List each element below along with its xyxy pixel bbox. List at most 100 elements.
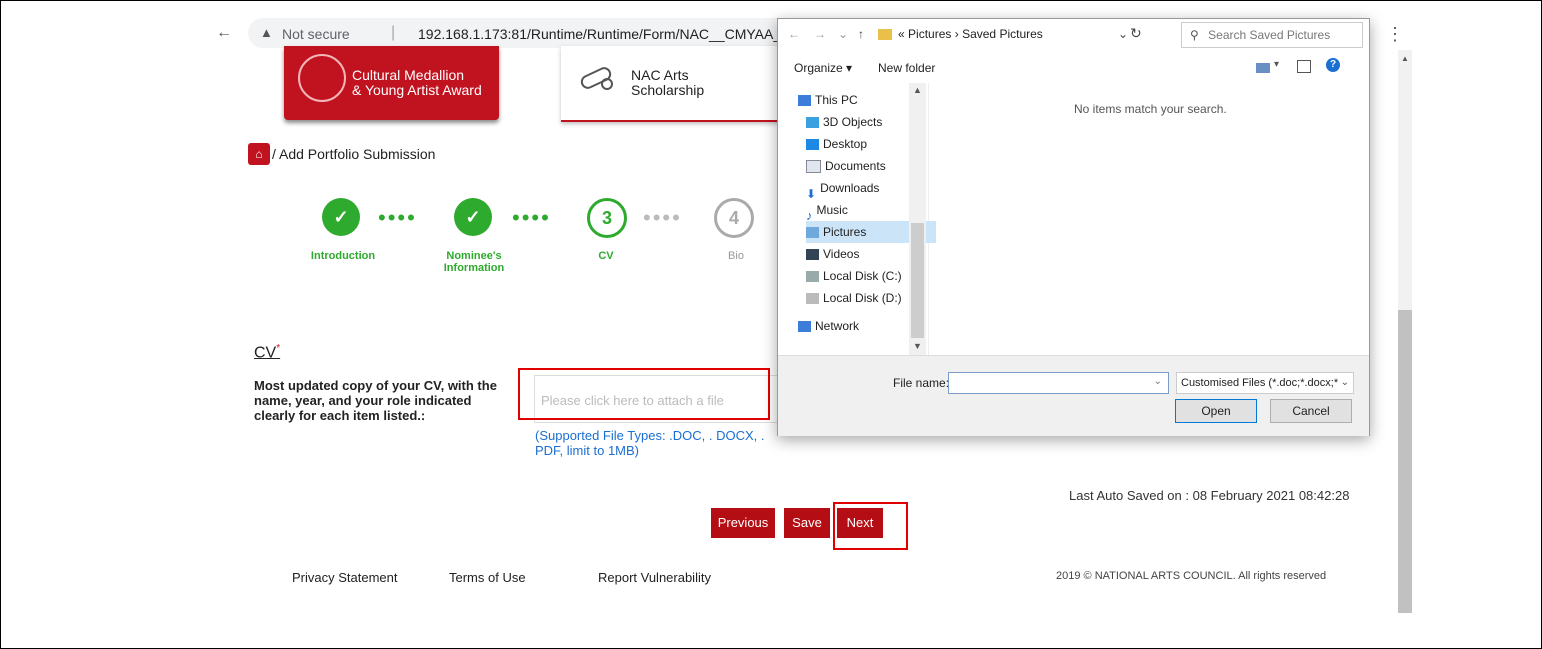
view-dropdown-icon[interactable]: ▾: [1274, 59, 1279, 70]
search-icon: ⚲: [1190, 28, 1199, 42]
tab1-line2: & Young Artist Award: [352, 82, 482, 98]
disk-icon: [806, 271, 819, 283]
tree-label: Pictures: [823, 225, 867, 239]
scroll-diploma-icon: [580, 67, 613, 90]
navigation-tree: This PC 3D Objects Desktop Documents ⬇ Do…: [778, 83, 936, 355]
path-parent[interactable]: Pictures: [908, 27, 951, 41]
view-options-icon[interactable]: [1256, 63, 1270, 73]
tree-label: Local Disk (C:): [823, 269, 902, 283]
file-type-value: Customised Files (*.doc;*.docx;*: [1181, 377, 1339, 389]
tab-arts-scholarship-label: NAC Arts Scholarship: [631, 68, 704, 98]
cv-description: Most updated copy of your CV, with the n…: [254, 378, 497, 423]
tab2-line1: NAC Arts: [631, 67, 689, 83]
tree-label: Network: [815, 319, 860, 333]
tree-label: Desktop: [823, 137, 868, 151]
folder-icon: [878, 29, 892, 41]
preview-pane-icon[interactable]: [1297, 60, 1311, 73]
required-marker: *: [276, 343, 281, 354]
home-icon[interactable]: ⌂: [248, 143, 270, 165]
tree-label: Documents: [825, 159, 886, 173]
medallion-logo-icon: [298, 54, 346, 102]
path-prefix: «: [898, 27, 905, 41]
organize-menu[interactable]: Organize ▾: [794, 61, 852, 75]
help-icon[interactable]: ?: [1326, 58, 1340, 72]
tree-label: 3D Objects: [823, 115, 883, 129]
dialog-bottom-panel: File name: ⌄ Customised Files (*.doc;*.d…: [778, 355, 1369, 436]
step-4-label: Bio: [728, 250, 744, 262]
tab-cultural-medallion[interactable]: Cultural Medallion & Young Artist Award: [284, 46, 499, 120]
tree-label: Music: [816, 203, 848, 217]
dialog-nav-row: ← → ⌄ ↑ « Pictures › Saved Pictures ⌄ ↻ …: [778, 19, 1369, 49]
copyright: 2019 © NATIONAL ARTS COUNCIL. All rights…: [1056, 570, 1327, 582]
file-type-select[interactable]: Customised Files (*.doc;*.docx;* ⌄: [1176, 372, 1354, 394]
scroll-up-icon[interactable]: ▲: [1401, 54, 1409, 63]
terms-link[interactable]: Terms of Use: [449, 570, 526, 585]
cv-heading-text: CV: [254, 344, 277, 362]
dialog-search-input[interactable]: ⚲ Search Saved Pictures: [1181, 22, 1363, 48]
open-button[interactable]: Open: [1175, 399, 1257, 423]
tree-label: Local Disk (D:): [823, 291, 902, 305]
file-name-input[interactable]: ⌄: [948, 372, 1169, 394]
report-vulnerability-link[interactable]: Report Vulnerability: [598, 570, 711, 585]
breadcrumb: / Add Portfolio Submission: [272, 146, 436, 162]
tab-arts-scholarship[interactable]: NAC Arts Scholarship: [561, 46, 781, 122]
tab2-line2: Scholarship: [631, 82, 705, 98]
file-open-dialog: ← → ⌄ ↑ « Pictures › Saved Pictures ⌄ ↻ …: [777, 18, 1370, 436]
network-icon: [798, 321, 811, 333]
tree-scroll-down-icon[interactable]: ▼: [913, 341, 922, 351]
step-1-circle: ✓: [322, 198, 360, 236]
path-dropdown-icon[interactable]: ⌄: [1118, 23, 1128, 45]
url-text: 192.168.1.173:81/Runtime/Runtime/Form/NA…: [418, 26, 819, 42]
pc-icon: [798, 95, 811, 107]
search-placeholder: Search Saved Pictures: [1208, 28, 1331, 42]
tree-label: Downloads: [820, 181, 880, 195]
dialog-forward-icon[interactable]: →: [814, 27, 826, 41]
privacy-link[interactable]: Privacy Statement: [292, 570, 398, 585]
tab1-line1: Cultural Medallion: [352, 67, 465, 83]
3d-objects-icon: [806, 117, 819, 129]
videos-icon: [806, 249, 819, 261]
tree-label: Videos: [823, 247, 860, 261]
tree-scrollbar[interactable]: ▲ ▼: [909, 83, 926, 355]
disk-icon: [806, 293, 819, 305]
step-1-label: Introduction: [310, 250, 376, 262]
autosave-status: Last Auto Saved on : 08 February 2021 08…: [1069, 488, 1350, 503]
previous-button[interactable]: Previous: [711, 508, 775, 538]
browser-menu-icon[interactable]: ⋮: [1386, 24, 1404, 45]
step-4-circle: 4: [714, 198, 754, 238]
tree-scroll-thumb[interactable]: [911, 223, 924, 338]
tree-scroll-up-icon[interactable]: ▲: [913, 85, 922, 95]
address-bar[interactable]: ▲ Not secure | 192.168.1.173:81/Runtime/…: [248, 18, 818, 48]
step-3-label: CV: [598, 250, 614, 262]
step-2-label: Nominee's Information: [443, 250, 505, 274]
dialog-refresh-icon[interactable]: ↻: [1130, 25, 1142, 42]
tree-label: This PC: [815, 93, 858, 107]
file-type-dropdown-icon: ⌄: [1340, 377, 1349, 388]
cancel-button[interactable]: Cancel: [1270, 399, 1352, 423]
page-scroll-thumb[interactable]: [1398, 310, 1412, 613]
path-current[interactable]: Saved Pictures: [962, 27, 1043, 41]
highlight-next-box: [833, 502, 908, 550]
tab-cultural-medallion-label: Cultural Medallion & Young Artist Award: [352, 68, 482, 98]
page-scrollbar[interactable]: ▲: [1398, 50, 1412, 613]
new-folder-button[interactable]: New folder: [878, 61, 935, 75]
dialog-recent-icon[interactable]: ⌄: [838, 27, 848, 41]
dialog-up-icon[interactable]: ↑: [858, 27, 864, 41]
step-3-circle: 3: [587, 198, 627, 238]
desktop-icon: [806, 139, 819, 151]
back-arrow-icon[interactable]: ←: [216, 24, 232, 42]
step-2-circle: ✓: [454, 198, 492, 236]
address-separator: |: [391, 24, 396, 41]
step-connector: ••••: [643, 205, 682, 230]
save-button[interactable]: Save: [784, 508, 830, 538]
downloads-icon: ⬇: [806, 187, 817, 202]
dialog-path-bar[interactable]: « Pictures › Saved Pictures ⌄: [878, 23, 1148, 45]
path-chevron-icon: ›: [954, 27, 959, 41]
dialog-toolbar: Organize ▾ New folder ▾ ?: [778, 55, 1369, 81]
file-name-dropdown-icon[interactable]: ⌄: [1154, 376, 1162, 387]
step-connector: ••••: [512, 205, 551, 230]
step-connector: ••••: [378, 205, 417, 230]
documents-icon: [806, 160, 821, 174]
music-icon: ♪: [806, 208, 813, 224]
dialog-back-icon[interactable]: ←: [788, 27, 800, 41]
